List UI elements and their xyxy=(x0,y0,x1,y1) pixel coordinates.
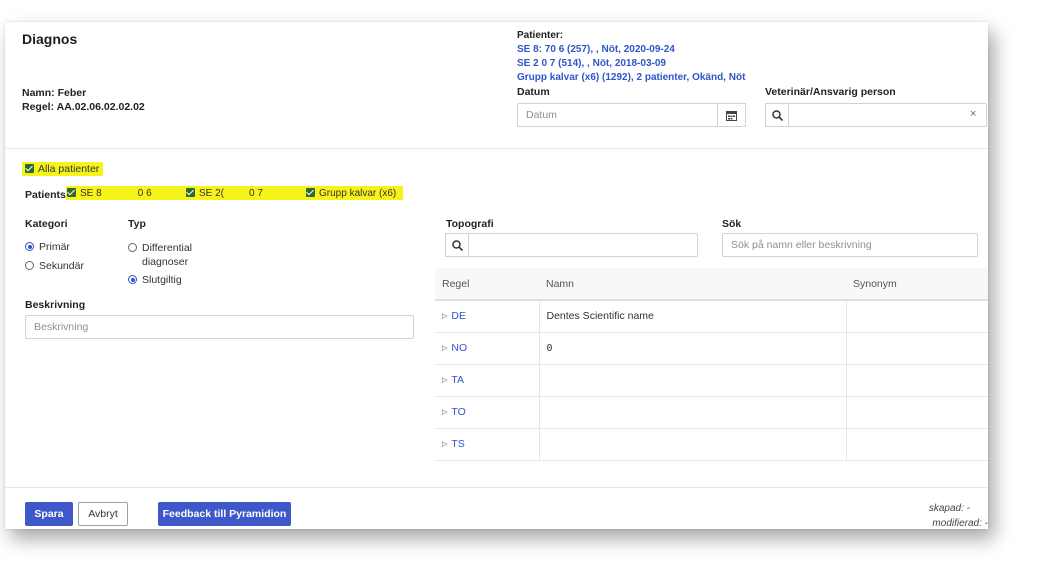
rule-name-cell: Dentes Scientific name xyxy=(539,300,847,333)
topografi-label: Topografi xyxy=(446,218,494,230)
search-icon xyxy=(451,239,463,251)
table-row[interactable]: ▷ TA xyxy=(435,364,988,397)
sok-input[interactable]: Sök på namn eller beskrivning xyxy=(722,233,978,257)
checkbox-checked-icon xyxy=(67,188,76,197)
checkbox-checked-icon xyxy=(186,188,195,197)
column-header-namn[interactable]: Namn xyxy=(539,268,846,301)
rule-synonym-cell xyxy=(846,428,988,461)
rule-code-cell[interactable]: ▷ TS xyxy=(435,428,540,461)
checkbox-checked-icon xyxy=(306,188,315,197)
datum-input[interactable]: Datum xyxy=(517,103,718,127)
typ-label: Typ xyxy=(128,218,146,230)
cancel-button[interactable]: Avbryt xyxy=(78,502,128,526)
calendar-icon xyxy=(726,110,737,121)
patient-checkbox[interactable]: SE 2( 0 7 xyxy=(186,187,263,199)
vet-input[interactable] xyxy=(788,103,987,127)
patient-checkbox[interactable]: Grupp kalvar (x6) xyxy=(306,187,396,199)
expand-caret-icon[interactable]: ▷ xyxy=(442,409,447,416)
expand-caret-icon[interactable]: ▷ xyxy=(442,441,447,448)
radio-selected-icon xyxy=(128,275,137,284)
radio-empty-icon xyxy=(128,243,137,252)
radio-differential[interactable]: Differential diagnoser xyxy=(128,241,208,269)
datum-label: Datum xyxy=(517,86,550,98)
divider xyxy=(5,148,988,149)
search-icon xyxy=(771,109,783,121)
vet-search-button[interactable] xyxy=(765,103,789,127)
column-header-regel[interactable]: Regel xyxy=(435,268,539,301)
all-patients-checkbox[interactable]: Alla patienter xyxy=(22,162,104,176)
expand-caret-icon[interactable]: ▷ xyxy=(442,345,447,352)
table-row[interactable]: ▷ TS xyxy=(435,428,988,461)
rule-code-cell[interactable]: ▷ NO xyxy=(435,332,540,365)
rule-synonym-cell xyxy=(846,300,988,333)
vet-label: Veterinär/Ansvarig person xyxy=(765,86,896,98)
patient-checkbox-group: SE 8 0 6 SE 2( 0 7 Grupp kalvar (x6) xyxy=(66,186,403,200)
kategori-label: Kategori xyxy=(25,218,68,230)
rule-code-cell[interactable]: ▷ TO xyxy=(435,396,540,429)
patients-label: Patienter: xyxy=(517,30,564,41)
rule-synonym-cell xyxy=(846,396,988,429)
table-row[interactable]: ▷ DE Dentes Scientific name xyxy=(435,300,988,333)
modified-meta: modifierad: - xyxy=(932,518,988,529)
radio-selected-icon xyxy=(25,242,34,251)
patient-link[interactable]: SE 2 0 7 (514), , Nöt, 2018-03-09 xyxy=(517,57,745,71)
rule-name-cell xyxy=(539,396,847,429)
column-header-synonym[interactable]: Synonym xyxy=(846,268,988,301)
topografi-input[interactable] xyxy=(468,233,698,257)
radio-primar[interactable]: Primär xyxy=(25,241,70,253)
diagnosis-rule: Regel: AA.02.06.02.02.02 xyxy=(22,101,145,113)
rule-name-cell xyxy=(539,428,847,461)
table-header-row: Regel Namn Synonym xyxy=(435,268,988,301)
sok-label: Sök xyxy=(722,218,742,230)
rule-name-cell: 0 xyxy=(539,332,847,365)
patient-link[interactable]: SE 8: 70 6 (257), , Nöt, 2020-09-24 xyxy=(517,43,745,57)
rules-table: Regel Namn Synonym ▷ DE Dentes Scientific… xyxy=(435,268,988,461)
rule-name-cell xyxy=(539,364,847,397)
patients-check-label: Patients xyxy=(25,189,66,201)
patient-link[interactable]: Grupp kalvar (x6) (1292), 2 patienter, O… xyxy=(517,71,745,85)
calendar-button[interactable] xyxy=(717,103,746,127)
beskrivning-input[interactable]: Beskrivning xyxy=(25,315,414,339)
beskrivning-label: Beskrivning xyxy=(25,299,86,311)
save-button[interactable]: Spara xyxy=(25,502,73,526)
expand-caret-icon[interactable]: ▷ xyxy=(442,377,447,384)
clear-icon[interactable]: × xyxy=(970,108,976,120)
patients-panel: Patienter: SE 8: 70 6 (257), , Nöt, 2020… xyxy=(517,29,745,85)
radio-slutgiltig[interactable]: Slutgiltig xyxy=(128,274,182,286)
table-row[interactable]: ▷ NO 0 xyxy=(435,332,988,365)
topografi-search-button[interactable] xyxy=(445,233,469,257)
rule-code-cell[interactable]: ▷ TA xyxy=(435,364,540,397)
diagnosis-dialog: Diagnos Namn: Feber Regel: AA.02.06.02.0… xyxy=(5,22,988,529)
divider xyxy=(5,487,988,488)
radio-sekundar[interactable]: Sekundär xyxy=(25,260,84,272)
expand-caret-icon[interactable]: ▷ xyxy=(442,313,447,320)
patient-checkbox[interactable]: SE 8 0 6 xyxy=(67,187,152,199)
page-title: Diagnos xyxy=(22,31,78,47)
radio-empty-icon xyxy=(25,261,34,270)
rule-synonym-cell xyxy=(846,332,988,365)
diagnosis-name: Namn: Feber xyxy=(22,87,87,99)
created-meta: skapad: - xyxy=(928,503,970,514)
rule-synonym-cell xyxy=(846,364,988,397)
checkbox-checked-icon xyxy=(25,164,34,173)
rule-code-cell[interactable]: ▷ DE xyxy=(435,300,540,333)
table-row[interactable]: ▷ TO xyxy=(435,396,988,429)
feedback-button[interactable]: Feedback till Pyramidion xyxy=(158,502,291,526)
